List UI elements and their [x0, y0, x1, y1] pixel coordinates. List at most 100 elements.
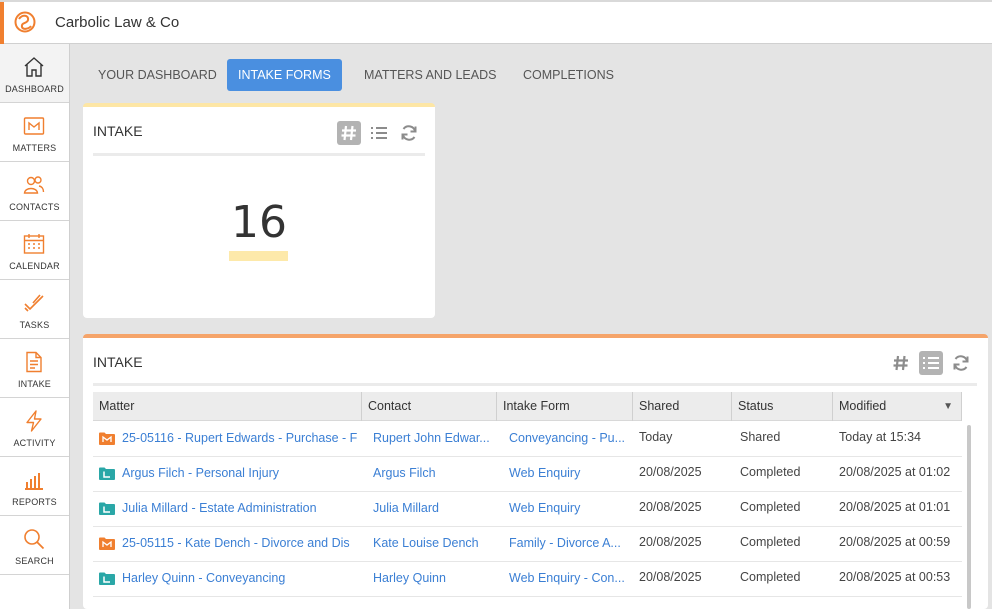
refresh-button[interactable] [397, 121, 421, 145]
tab-completions[interactable]: COMPLETIONS [512, 59, 625, 91]
column-header-intake-form[interactable]: Intake Form [497, 392, 633, 421]
top-bar: Carbolic Law & Co [0, 0, 992, 44]
list-icon [371, 127, 387, 139]
list-view-button[interactable] [367, 121, 391, 145]
sidebar-item-search[interactable]: SEARCH [0, 516, 69, 575]
sidebar-item-intake[interactable]: INTAKE [0, 339, 69, 398]
table-row[interactable]: Harley Quinn - Conveyancing Harley Quinn W… [93, 562, 962, 597]
app-title: Carbolic Law & Co [55, 14, 180, 31]
sidebar-item-calendar[interactable]: CALENDAR [0, 221, 69, 280]
column-header-modified[interactable]: Modified ▼ [833, 392, 962, 421]
lead-folder-icon [99, 572, 115, 585]
contact-link[interactable]: Rupert John Edwar... [373, 422, 492, 456]
contact-link[interactable]: Kate Louise Dench [373, 527, 492, 561]
shared-date: Today [639, 430, 673, 444]
table-row[interactable]: 25-05115 - Kate Dench - Divorce and Dis K… [93, 527, 962, 562]
lead-folder-icon [99, 467, 115, 480]
tab-intake-forms[interactable]: INTAKE FORMS [227, 59, 342, 91]
sidebar-item-matters[interactable]: MATTERS [0, 103, 69, 162]
house-icon [24, 57, 44, 77]
sidebar-item-label: INTAKE [17, 379, 52, 389]
calendar-icon [23, 234, 45, 254]
intake-count-widget: INTAKE 16 [83, 103, 435, 318]
column-header-shared[interactable]: Shared [633, 392, 732, 421]
status-text: Completed [740, 465, 801, 479]
intake-form-link[interactable]: Web Enquiry [509, 492, 629, 526]
carbolic-logo-icon[interactable] [13, 10, 37, 34]
sidebar-item-label: REPORTS [12, 497, 57, 507]
matter-folder-icon [99, 432, 115, 445]
lightning-icon [26, 410, 42, 432]
shared-date: 20/08/2025 [639, 500, 702, 514]
count-highlight-bar [229, 251, 288, 261]
modified-date: 20/08/2025 at 00:59 [839, 535, 951, 549]
modified-date: 20/08/2025 at 01:01 [839, 500, 951, 514]
contact-link[interactable]: Harley Quinn [373, 562, 492, 596]
sidebar-item-dashboard[interactable]: DASHBOARD [0, 44, 69, 103]
widget-divider [93, 383, 977, 386]
column-header-contact[interactable]: Contact [362, 392, 497, 421]
count-view-button[interactable] [889, 351, 913, 375]
sidebar-item-contacts[interactable]: CONTACTS [0, 162, 69, 221]
people-icon [23, 176, 45, 194]
matter-link[interactable]: Argus Filch - Personal Injury [122, 457, 358, 491]
matter-link[interactable]: Julia Millard - Estate Administration [122, 492, 358, 526]
intake-form-link[interactable]: Family - Divorce A... [509, 527, 629, 561]
status-text: Completed [740, 500, 801, 514]
widget-divider [93, 153, 425, 156]
bar-chart-icon [25, 473, 43, 490]
magnifier-icon [24, 529, 45, 550]
matter-folder-icon [99, 537, 115, 550]
sidebar-item-label: TASKS [19, 320, 50, 330]
sidebar-item-reports[interactable]: REPORTS [0, 457, 69, 516]
intake-form-link[interactable]: Web Enquiry [509, 457, 629, 491]
count-view-button[interactable] [337, 121, 361, 145]
matters-folder-icon [23, 117, 45, 135]
intake-count-value: 16 [231, 197, 287, 248]
widget-title: INTAKE [93, 354, 143, 370]
intake-list-widget: INTAKE Matter Contact Intake Form Shared… [83, 334, 988, 609]
refresh-icon [401, 125, 417, 141]
list-view-button[interactable] [919, 351, 943, 375]
intake-form-link[interactable]: Conveyancing - Pu... [509, 422, 629, 456]
shared-date: 20/08/2025 [639, 570, 702, 584]
table-row[interactable]: Julia Millard - Estate Administration Jul… [93, 492, 962, 527]
sidebar-item-label: DASHBOARD [5, 84, 64, 94]
sidebar-item-tasks[interactable]: TASKS [0, 280, 69, 339]
shared-date: 20/08/2025 [639, 465, 702, 479]
refresh-button[interactable] [949, 351, 973, 375]
column-header-label: Modified [839, 399, 887, 413]
modified-date: Today at 15:34 [839, 430, 922, 444]
sidebar-item-activity[interactable]: ACTIVITY [0, 398, 69, 457]
list-icon [923, 357, 939, 369]
sidebar-item-label: SEARCH [15, 556, 54, 566]
sidebar-item-label: MATTERS [12, 143, 57, 153]
checkmark-icon [24, 294, 44, 312]
table-row[interactable]: Argus Filch - Personal Injury Argus Filch… [93, 457, 962, 492]
sidebar-item-label: CONTACTS [9, 202, 60, 212]
status-text: Shared [740, 430, 781, 444]
status-text: Completed [740, 570, 801, 584]
shared-date: 20/08/2025 [639, 535, 702, 549]
hash-icon [341, 125, 356, 141]
status-text: Completed [740, 535, 801, 549]
contact-link[interactable]: Julia Millard [373, 492, 492, 526]
sort-descending-icon[interactable]: ▼ [943, 392, 953, 421]
lead-folder-icon [99, 502, 115, 515]
matter-link[interactable]: 25-05115 - Kate Dench - Divorce and Dis [122, 527, 358, 561]
modified-date: 20/08/2025 at 00:53 [839, 570, 951, 584]
tab-matters-and-leads[interactable]: MATTERS AND LEADS [353, 59, 507, 91]
table-row[interactable]: 25-05116 - Rupert Edwards - Purchase - F… [93, 422, 962, 457]
matter-link[interactable]: Harley Quinn - Conveyancing [122, 562, 358, 596]
tab-your-dashboard[interactable]: YOUR DASHBOARD [87, 59, 228, 91]
matter-link[interactable]: 25-05116 - Rupert Edwards - Purchase - F [122, 422, 358, 456]
intake-form-link[interactable]: Web Enquiry - Con... [509, 562, 629, 596]
sidebar-item-label: ACTIVITY [13, 438, 56, 448]
modified-date: 20/08/2025 at 01:02 [839, 465, 951, 479]
contact-link[interactable]: Argus Filch [373, 457, 492, 491]
column-header-status[interactable]: Status [732, 392, 833, 421]
refresh-icon [953, 355, 969, 371]
sidebar-nav: DASHBOARD MATTERS CONTACTS CALENDAR TASK… [0, 44, 70, 609]
table-scrollbar[interactable] [967, 425, 971, 609]
column-header-matter[interactable]: Matter [93, 392, 362, 421]
